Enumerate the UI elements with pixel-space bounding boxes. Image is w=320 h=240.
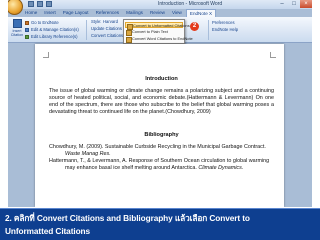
endnote-help-button[interactable]: EndNote Help: [212, 27, 238, 33]
close-button[interactable]: ×: [300, 0, 312, 8]
go-to-endnote-button[interactable]: Go to EndNote: [25, 19, 59, 26]
style-select[interactable]: Harvard: [103, 19, 118, 25]
title-bar: Introduction - Microsoft Word – □ ×: [8, 0, 312, 15]
tab-view[interactable]: View: [169, 9, 185, 17]
tab-review[interactable]: Review: [147, 9, 168, 17]
menu-item-convert-plain-text[interactable]: Convert to Plain Text: [125, 29, 183, 36]
step-badge: 2: [190, 22, 199, 31]
bibliography-heading: Bibliography: [144, 132, 179, 138]
tab-insert[interactable]: Insert: [41, 9, 59, 17]
tab-home[interactable]: Home: [22, 9, 40, 17]
window-title: Introduction - Microsoft Word: [158, 1, 223, 7]
menu-item-convert-unformatted[interactable]: Convert to Unformatted Citations: [125, 22, 190, 30]
introduction-section: Introduction The issue of global warming…: [49, 76, 274, 116]
margin-mark: [43, 52, 49, 58]
insert-citation-icon: [12, 19, 22, 28]
tab-references[interactable]: References: [93, 9, 123, 17]
office-button[interactable]: [8, 0, 23, 15]
reference-entry: Chowdhury, M. (2009). Sustainable Curbsi…: [49, 143, 266, 157]
document-page[interactable]: Introduction The issue of global warming…: [35, 44, 284, 207]
library-icon: [25, 34, 29, 39]
save-icon[interactable]: [28, 1, 34, 7]
tab-endnote[interactable]: EndNote X: [185, 9, 217, 17]
bibliography-section: Bibliography Chowdhury, M. (2009). Susta…: [49, 132, 274, 172]
caption-line-1: 2. คลิกที่ Convert Citations and Bibliog…: [5, 213, 250, 223]
maximize-button[interactable]: □: [288, 0, 300, 8]
reference-entry: Hattermann, T., & Levermann, A. Response…: [49, 157, 270, 171]
minimize-button[interactable]: –: [276, 0, 288, 8]
undo-icon[interactable]: [37, 1, 43, 7]
ribbon-tabs: Home Insert Page Layout References Maili…: [22, 9, 217, 17]
tab-mailings[interactable]: Mailings: [123, 9, 146, 17]
insert-citation-button[interactable]: Insert Citation: [10, 19, 24, 37]
tab-page-layout[interactable]: Page Layout: [60, 9, 92, 17]
convert-dropdown-menu: Convert to Unformatted Citations Convert…: [123, 19, 193, 44]
preferences-button[interactable]: Preferences: [212, 20, 235, 26]
endnote-icon: [25, 20, 29, 25]
edit-manage-citations-button[interactable]: Edit & Manage Citation(s): [25, 26, 79, 33]
menu-item-convert-word-citations[interactable]: Convert Word Citations to EndNote: [125, 36, 193, 43]
redo-icon[interactable]: [46, 1, 52, 7]
style-label: Style:: [91, 19, 102, 24]
edit-library-references-button[interactable]: Edit Library Reference(s): [25, 33, 78, 40]
word-screenshot: Introduction - Microsoft Word – □ × Home…: [8, 0, 312, 207]
introduction-paragraph: The issue of global warming or climate c…: [49, 87, 274, 115]
ribbon-separator: [208, 20, 209, 40]
caption-line-2: Unformatted Citations: [5, 225, 91, 236]
ribbon-separator: [86, 20, 87, 40]
caption-box: 2. คลิกที่ Convert Citations and Bibliog…: [0, 208, 320, 240]
edit-citation-icon: [25, 27, 29, 32]
margin-mark: [270, 52, 276, 58]
introduction-heading: Introduction: [145, 76, 178, 82]
